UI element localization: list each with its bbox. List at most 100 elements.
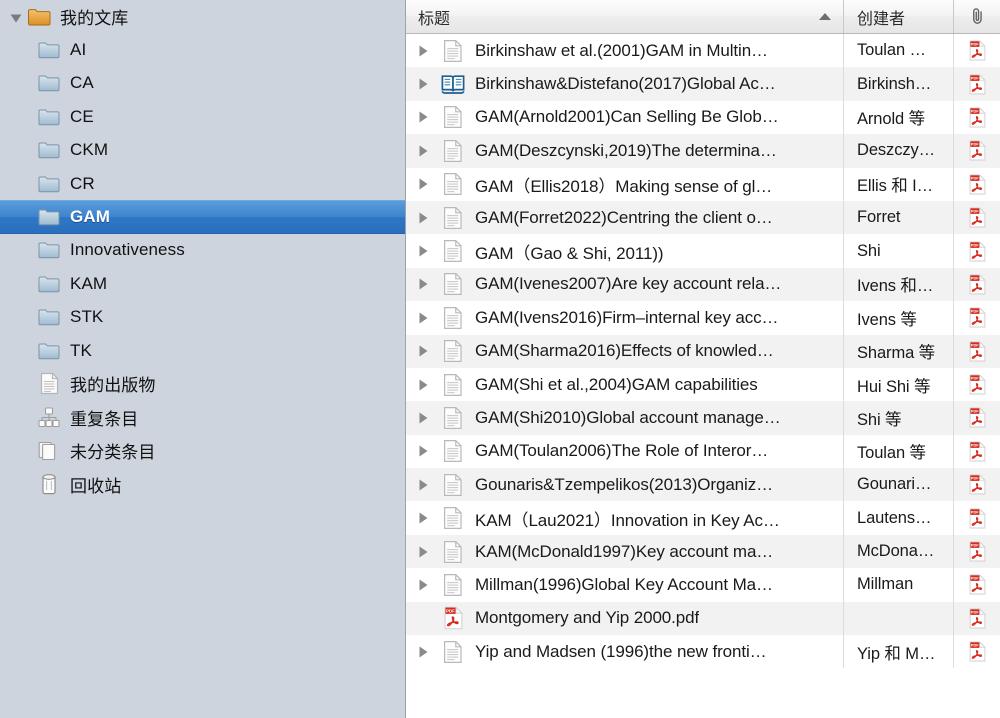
row-disclosure-triangle[interactable] <box>417 478 437 492</box>
column-header-attachment[interactable] <box>953 0 1000 33</box>
sidebar-item-cr[interactable]: CR <box>0 167 405 200</box>
cell-attachment[interactable]: PDF <box>953 267 1000 302</box>
cell-title[interactable]: GAM(Shi2010)Global account manage… <box>406 406 843 430</box>
row-disclosure-triangle[interactable] <box>417 244 437 258</box>
table-row[interactable]: GAM（Ellis2018）Making sense of gl… Ellis … <box>406 167 1000 201</box>
table-row[interactable]: Birkinshaw&Distefano(2017)Global Ac… Bir… <box>406 67 1000 101</box>
cell-title[interactable]: GAM(Arnold2001)Can Selling Be Glob… <box>406 105 843 129</box>
sidebar-item-ca[interactable]: CA <box>0 67 405 100</box>
disclosure-triangle-icon[interactable] <box>417 277 430 291</box>
row-disclosure-triangle[interactable] <box>417 578 437 592</box>
cell-attachment[interactable]: PDF <box>953 67 1000 101</box>
disclosure-triangle-icon[interactable] <box>417 344 430 358</box>
cell-title[interactable]: GAM（Ellis2018）Making sense of gl… <box>406 172 843 197</box>
column-header-title[interactable]: 标题 <box>406 0 843 33</box>
cell-attachment[interactable]: PDF <box>953 568 1000 602</box>
table-row[interactable]: KAM(McDonald1997)Key account ma… McDona…… <box>406 534 1000 569</box>
table-row[interactable]: GAM(Toulan2006)The Role of Interor… Toul… <box>406 434 1000 469</box>
sidebar-item-未分类条目[interactable]: 未分类条目 <box>0 434 405 467</box>
disclosure-triangle-icon[interactable] <box>417 110 430 124</box>
cell-attachment[interactable]: PDF <box>953 434 1000 469</box>
table-row[interactable]: PDF Montgomery and Yip 2000.pdf PDF <box>406 601 1000 636</box>
disclosure-triangle-icon[interactable] <box>417 478 430 492</box>
row-disclosure-triangle[interactable] <box>417 511 437 525</box>
disclosure-triangle-icon[interactable] <box>417 311 430 325</box>
table-row[interactable]: Yip and Madsen (1996)the new fronti… Yip… <box>406 635 1000 669</box>
items-pane[interactable]: 标题 创建者 Birkinshaw et al.(2001)GAM in Mul… <box>406 0 1000 718</box>
disclosure-triangle-icon[interactable] <box>417 511 430 525</box>
table-row[interactable]: GAM（Gao & Shi, 2011)) Shi PDF <box>406 234 1000 268</box>
cell-title[interactable]: KAM（Lau2021）Innovation in Key Ac… <box>406 506 843 531</box>
cell-title[interactable]: Birkinshaw&Distefano(2017)Global Ac… <box>406 73 843 95</box>
cell-attachment[interactable]: PDF <box>953 134 1000 168</box>
cell-attachment[interactable]: PDF <box>953 401 1000 435</box>
table-row[interactable]: GAM(Sharma2016)Effects of knowled… Sharm… <box>406 334 1000 368</box>
cell-attachment[interactable]: PDF <box>953 534 1000 569</box>
cell-title[interactable]: GAM(Ivenes2007)Are key account rela… <box>406 272 843 296</box>
sidebar-item-重复条目[interactable]: 重复条目 <box>0 401 405 434</box>
cell-attachment[interactable]: PDF <box>953 334 1000 368</box>
cell-title[interactable]: PDF Montgomery and Yip 2000.pdf <box>406 606 843 630</box>
table-row[interactable]: Millman(1996)Global Key Account Ma… Mill… <box>406 568 1000 602</box>
row-disclosure-triangle[interactable] <box>417 177 437 191</box>
disclosure-triangle-open-icon[interactable] <box>9 12 23 25</box>
sidebar-item-ai[interactable]: AI <box>0 33 405 66</box>
disclosure-triangle-icon[interactable] <box>417 244 430 258</box>
disclosure-triangle-icon[interactable] <box>417 545 430 559</box>
cell-title[interactable]: GAM(Toulan2006)The Role of Interor… <box>406 439 843 463</box>
table-row[interactable]: GAM(Deszcynski,2019)The determina… Deszc… <box>406 134 1000 168</box>
row-disclosure-triangle[interactable] <box>417 344 437 358</box>
table-row[interactable]: KAM（Lau2021）Innovation in Key Ac… Lauten… <box>406 501 1000 535</box>
row-disclosure-triangle[interactable] <box>417 545 437 559</box>
table-row[interactable]: GAM(Shi et al.,2004)GAM capabilities Hui… <box>406 367 1000 402</box>
sidebar-item-我的出版物[interactable]: 我的出版物 <box>0 367 405 400</box>
row-disclosure-triangle[interactable] <box>417 645 437 659</box>
row-disclosure-triangle[interactable] <box>417 311 437 325</box>
row-disclosure-triangle[interactable] <box>417 144 437 158</box>
table-row[interactable]: GAM(Ivenes2007)Are key account rela… Ive… <box>406 267 1000 302</box>
sidebar-item-gam[interactable]: GAM <box>0 200 405 234</box>
cell-title[interactable]: GAM(Deszcynski,2019)The determina… <box>406 139 843 163</box>
disclosure-triangle-icon[interactable] <box>417 211 430 225</box>
disclosure-triangle-icon[interactable] <box>417 177 430 191</box>
cell-title[interactable]: Birkinshaw et al.(2001)GAM in Multin… <box>406 39 843 63</box>
table-row[interactable]: Birkinshaw et al.(2001)GAM in Multin… To… <box>406 34 1000 68</box>
cell-attachment[interactable]: PDF <box>953 100 1000 135</box>
cell-title[interactable]: Gounaris&Tzempelikos(2013)Organiz… <box>406 473 843 497</box>
cell-attachment[interactable]: PDF <box>953 234 1000 268</box>
collections-pane[interactable]: 我的文库 AI CA CE CKM CR GAM Innovativeness … <box>0 0 406 718</box>
cell-attachment[interactable]: PDF <box>953 367 1000 402</box>
disclosure-triangle-icon[interactable] <box>417 378 430 392</box>
column-header-creator[interactable]: 创建者 <box>843 0 953 33</box>
cell-title[interactable]: Millman(1996)Global Key Account Ma… <box>406 573 843 597</box>
sidebar-item-回收站[interactable]: 回收站 <box>0 467 405 500</box>
cell-attachment[interactable]: PDF <box>953 301 1000 335</box>
cell-title[interactable]: KAM(McDonald1997)Key account ma… <box>406 540 843 564</box>
sidebar-item-ce[interactable]: CE <box>0 100 405 133</box>
cell-attachment[interactable]: PDF <box>953 167 1000 201</box>
disclosure-triangle-icon[interactable] <box>417 44 430 58</box>
cell-title[interactable]: GAM(Sharma2016)Effects of knowled… <box>406 339 843 363</box>
row-disclosure-triangle[interactable] <box>417 77 437 91</box>
sidebar-item-stk[interactable]: STK <box>0 301 405 334</box>
table-row[interactable]: Gounaris&Tzempelikos(2013)Organiz… Gouna… <box>406 468 1000 502</box>
sidebar-item-kam[interactable]: KAM <box>0 267 405 300</box>
cell-title[interactable]: GAM(Forret2022)Centring the client o… <box>406 206 843 230</box>
library-disclosure-triangle[interactable] <box>9 10 22 23</box>
sidebar-item-ckm[interactable]: CKM <box>0 134 405 167</box>
row-disclosure-triangle[interactable] <box>417 277 437 291</box>
cell-attachment[interactable]: PDF <box>953 200 1000 235</box>
row-disclosure-triangle[interactable] <box>417 411 437 425</box>
cell-title[interactable]: GAM（Gao & Shi, 2011)) <box>406 239 843 264</box>
sidebar-item-tk[interactable]: TK <box>0 334 405 367</box>
disclosure-triangle-icon[interactable] <box>417 578 430 592</box>
cell-attachment[interactable]: PDF <box>953 635 1000 669</box>
cell-attachment[interactable]: PDF <box>953 34 1000 68</box>
row-disclosure-triangle[interactable] <box>417 444 437 458</box>
disclosure-triangle-icon[interactable] <box>417 77 430 91</box>
table-row[interactable]: GAM(Forret2022)Centring the client o… Fo… <box>406 200 1000 235</box>
disclosure-triangle-icon[interactable] <box>417 411 430 425</box>
row-disclosure-triangle[interactable] <box>417 378 437 392</box>
disclosure-triangle-icon[interactable] <box>417 645 430 659</box>
cell-title[interactable]: Yip and Madsen (1996)the new fronti… <box>406 640 843 664</box>
